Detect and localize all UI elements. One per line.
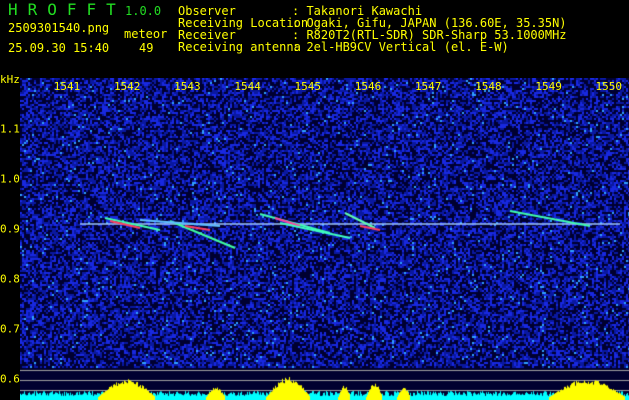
x-tick-label: 1546 — [354, 80, 382, 93]
antenna-label: Receiving antenna — [178, 40, 301, 54]
y-tick-label: 0.6 — [0, 372, 20, 386]
x-tick-label: 1545 — [294, 80, 322, 93]
x-tick-label: 1550 — [595, 80, 623, 93]
meteor-count: 49 — [139, 41, 154, 55]
antenna-value: : 2el-HB9CV Vertical (el. E-W) — [292, 40, 509, 54]
y-tick-label: 0.7 — [0, 322, 20, 336]
y-unit-label: kHz — [0, 73, 20, 86]
x-tick-label: 1544 — [234, 80, 261, 93]
x-tick-label: 1543 — [174, 80, 201, 93]
datetime: 25.09.30 15:40 — [8, 41, 110, 55]
y-tick-label: 1.0 — [0, 172, 20, 186]
x-tick-label: 1542 — [113, 80, 141, 93]
y-tick-label: 0.8 — [0, 272, 20, 286]
meteor-label: meteor — [124, 27, 168, 41]
x-tick-label: 1547 — [414, 80, 442, 93]
y-tick-label: 0.9 — [0, 222, 20, 236]
app-title: HROFFT — [8, 0, 126, 19]
x-tick-label: 1541 — [53, 80, 81, 93]
y-tick-label: 1.1 — [0, 122, 20, 136]
x-tick-label: 1548 — [475, 80, 502, 93]
x-tick-label: 1549 — [535, 80, 562, 93]
app-version: 1.0.0 — [125, 4, 162, 18]
spectrogram — [20, 78, 629, 400]
filename: 2509301540.png — [8, 21, 110, 35]
